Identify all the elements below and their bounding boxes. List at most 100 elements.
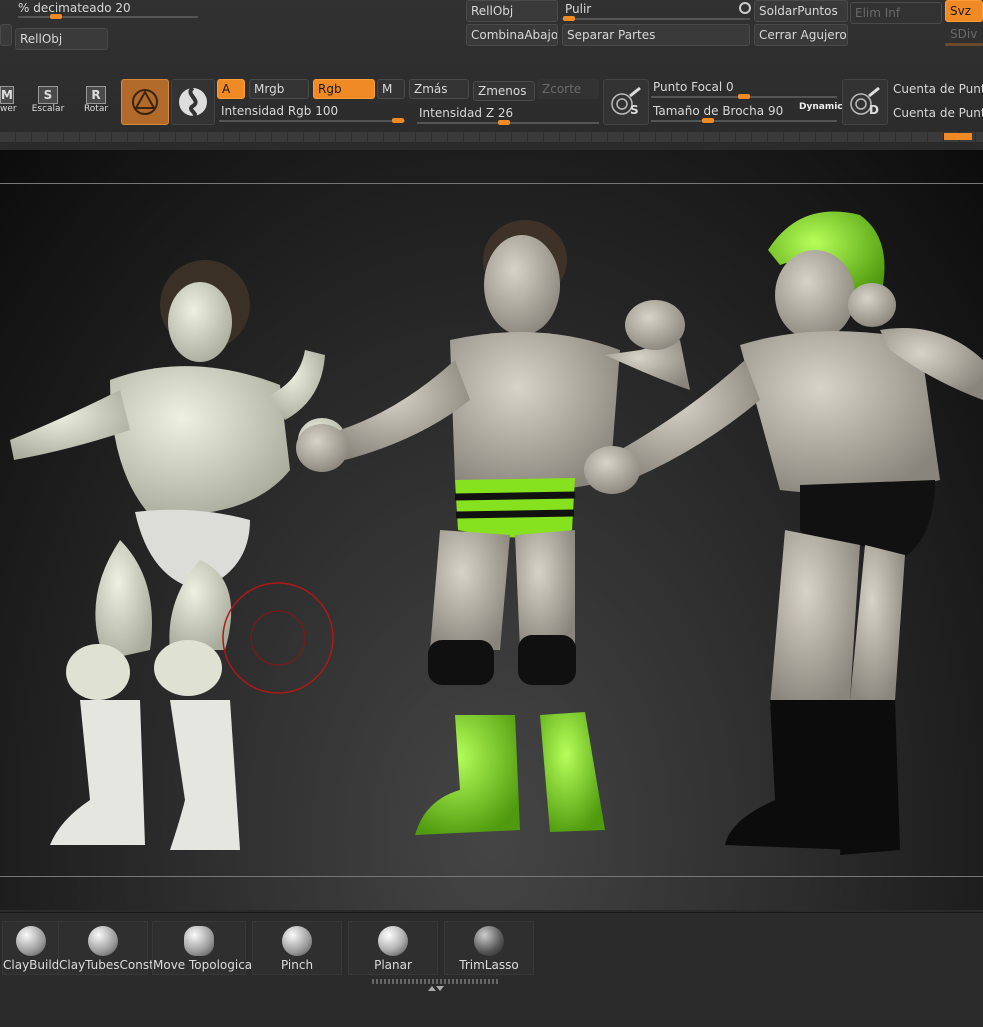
stroke-d-button[interactable]: D [842, 79, 888, 125]
combina-abajo-button[interactable]: CombinaAbajo [466, 24, 558, 46]
separar-partes-button[interactable]: Separar Partes [562, 24, 750, 46]
figure-left-head [168, 282, 232, 362]
figure-center-leg-right [515, 530, 575, 650]
tamano-brocha-slider[interactable]: Tamaño de Brocha 90 [653, 103, 783, 119]
rotate-label: Rotar [83, 104, 109, 114]
elim-inf-button[interactable]: Elim Inf [850, 2, 942, 24]
a-button[interactable]: A [217, 79, 245, 99]
punto-focal-knob[interactable] [738, 94, 750, 99]
figure-right-fist-right [848, 283, 896, 327]
figure-right-leg-left [770, 530, 860, 705]
top-palette: % decimateado 20 RellObj RellObj Pulir C… [0, 0, 983, 150]
cerrar-agujeros-button[interactable]: Cerrar Agujeros [754, 24, 848, 46]
cuenta-de-puntos-1[interactable]: Cuenta de Punto [893, 81, 983, 97]
claytubes-icon [88, 926, 118, 956]
trimlasso-icon [474, 926, 504, 956]
scale-icon: S [38, 86, 58, 104]
brush-shelf: ClayBuildup ClayTubesConsta Move Topolog… [0, 912, 983, 1027]
scroll-ruler[interactable] [0, 132, 983, 142]
brush-claytubes[interactable]: ClayTubesConsta [58, 921, 162, 975]
rgb-button[interactable]: Rgb [313, 79, 375, 99]
figure-left-boot-left [50, 700, 145, 845]
soldar-puntos-button[interactable]: SoldarPuntos [754, 0, 848, 22]
figure-center-fist-right [625, 300, 685, 350]
gizmo-icon [132, 89, 158, 115]
zmenos-button[interactable]: Zmenos [473, 81, 535, 101]
pulir-slider[interactable]: Pulir [565, 1, 591, 17]
viewport-bottom-border [0, 876, 983, 877]
brush-claybuildup[interactable]: ClayBuildup [2, 921, 75, 975]
figure-center-boot-right [540, 712, 605, 832]
decimate-knob[interactable] [50, 14, 62, 19]
zcorte-button[interactable]: Zcorte [537, 79, 599, 99]
ruler-indicator[interactable] [944, 133, 972, 140]
scale-tool[interactable]: S Escalar [30, 86, 66, 114]
figure-left-knee-right [154, 640, 222, 696]
pulir-knob[interactable] [563, 16, 575, 21]
pulir-label: Pulir [565, 2, 592, 16]
figure-left-torso [110, 366, 290, 516]
sdiv-track[interactable] [945, 43, 983, 46]
pulir-toggle-icon[interactable] [739, 2, 751, 14]
figure-right-head [775, 250, 855, 340]
dynamic-toggle[interactable]: Dynamic [799, 102, 843, 112]
figure-center-head [484, 235, 560, 335]
tamano-brocha-value: 90 [767, 104, 784, 118]
decimate-value: 20 [115, 1, 131, 15]
scale-label: Escalar [31, 104, 65, 114]
brush-cursor [222, 582, 334, 694]
brush-s-letter: S [630, 103, 639, 117]
brush-label: ClayTubesConsta [59, 958, 162, 972]
sdiv-slider[interactable]: SDiv [950, 26, 977, 42]
sculpt-scene[interactable] [0, 150, 983, 880]
intensidad-rgb-track[interactable] [219, 120, 405, 122]
figure-center-boot-left [415, 715, 520, 835]
intensidad-rgb-slider[interactable]: Intensidad Rgb 100 [221, 103, 338, 119]
solo-button[interactable] [171, 79, 215, 125]
svz-button[interactable]: Svz [945, 0, 983, 22]
decimate-slider[interactable]: % decimateado 20 [18, 0, 131, 16]
stroke-s-button[interactable]: S [603, 79, 649, 125]
intensidad-z-slider[interactable]: Intensidad Z 26 [419, 105, 513, 121]
decimate-track[interactable] [18, 16, 198, 18]
figure-right-arm-left [620, 360, 760, 480]
brush-trimlasso[interactable]: TrimLasso [444, 921, 534, 975]
mrgb-button[interactable]: Mrgb [249, 79, 309, 99]
move-label: wer [0, 104, 17, 114]
decimate-label: % decimateado [18, 1, 112, 15]
m-button[interactable]: M [377, 79, 405, 99]
brush-move-topological[interactable]: Move Topologica [152, 921, 252, 975]
figure-right-fist-left [584, 446, 640, 494]
figure-left-boot-right [170, 700, 240, 850]
punto-focal-slider[interactable]: Punto Focal 0 [653, 79, 734, 95]
brush-label: Pinch [280, 958, 314, 972]
move-tool[interactable]: M wer [0, 86, 17, 114]
intensidad-z-knob[interactable] [498, 120, 510, 125]
cuenta-de-puntos-2[interactable]: Cuenta de Punto [893, 105, 983, 121]
intensidad-z-value: 26 [497, 106, 514, 120]
rotate-tool[interactable]: R Rotar [80, 86, 112, 114]
tamano-brocha-knob[interactable] [702, 118, 714, 123]
rellobj-button[interactable]: RellObj [466, 0, 558, 22]
gizmo-button[interactable] [121, 79, 169, 125]
figure-center-knee-left [428, 640, 494, 685]
figure-left-arm-left [10, 390, 130, 460]
zmas-button[interactable]: Zmás [409, 79, 469, 99]
pulir-track[interactable] [562, 18, 750, 20]
shelf-collapse-arrows-icon[interactable] [426, 977, 446, 991]
figure-center-knee-right [518, 635, 576, 685]
brush-planar[interactable]: Planar [348, 921, 438, 975]
intensidad-rgb-knob[interactable] [392, 118, 404, 123]
left-edge-button[interactable] [0, 24, 12, 46]
intensidad-rgb-label: Intensidad Rgb [221, 104, 312, 118]
rellobj-left-button[interactable]: RellObj [15, 28, 108, 50]
figure-left-knee-left [66, 644, 130, 700]
punto-focal-value: 0 [726, 80, 734, 94]
brush-pinch[interactable]: Pinch [252, 921, 342, 975]
intensidad-z-label: Intensidad Z [419, 106, 495, 120]
tamano-brocha-track[interactable] [651, 120, 837, 122]
brush-label: ClayBuildup [3, 958, 75, 972]
intensidad-rgb-value: 100 [315, 104, 339, 118]
figure-center-arm-left [340, 360, 470, 460]
figure-right-boot-left [725, 700, 855, 850]
